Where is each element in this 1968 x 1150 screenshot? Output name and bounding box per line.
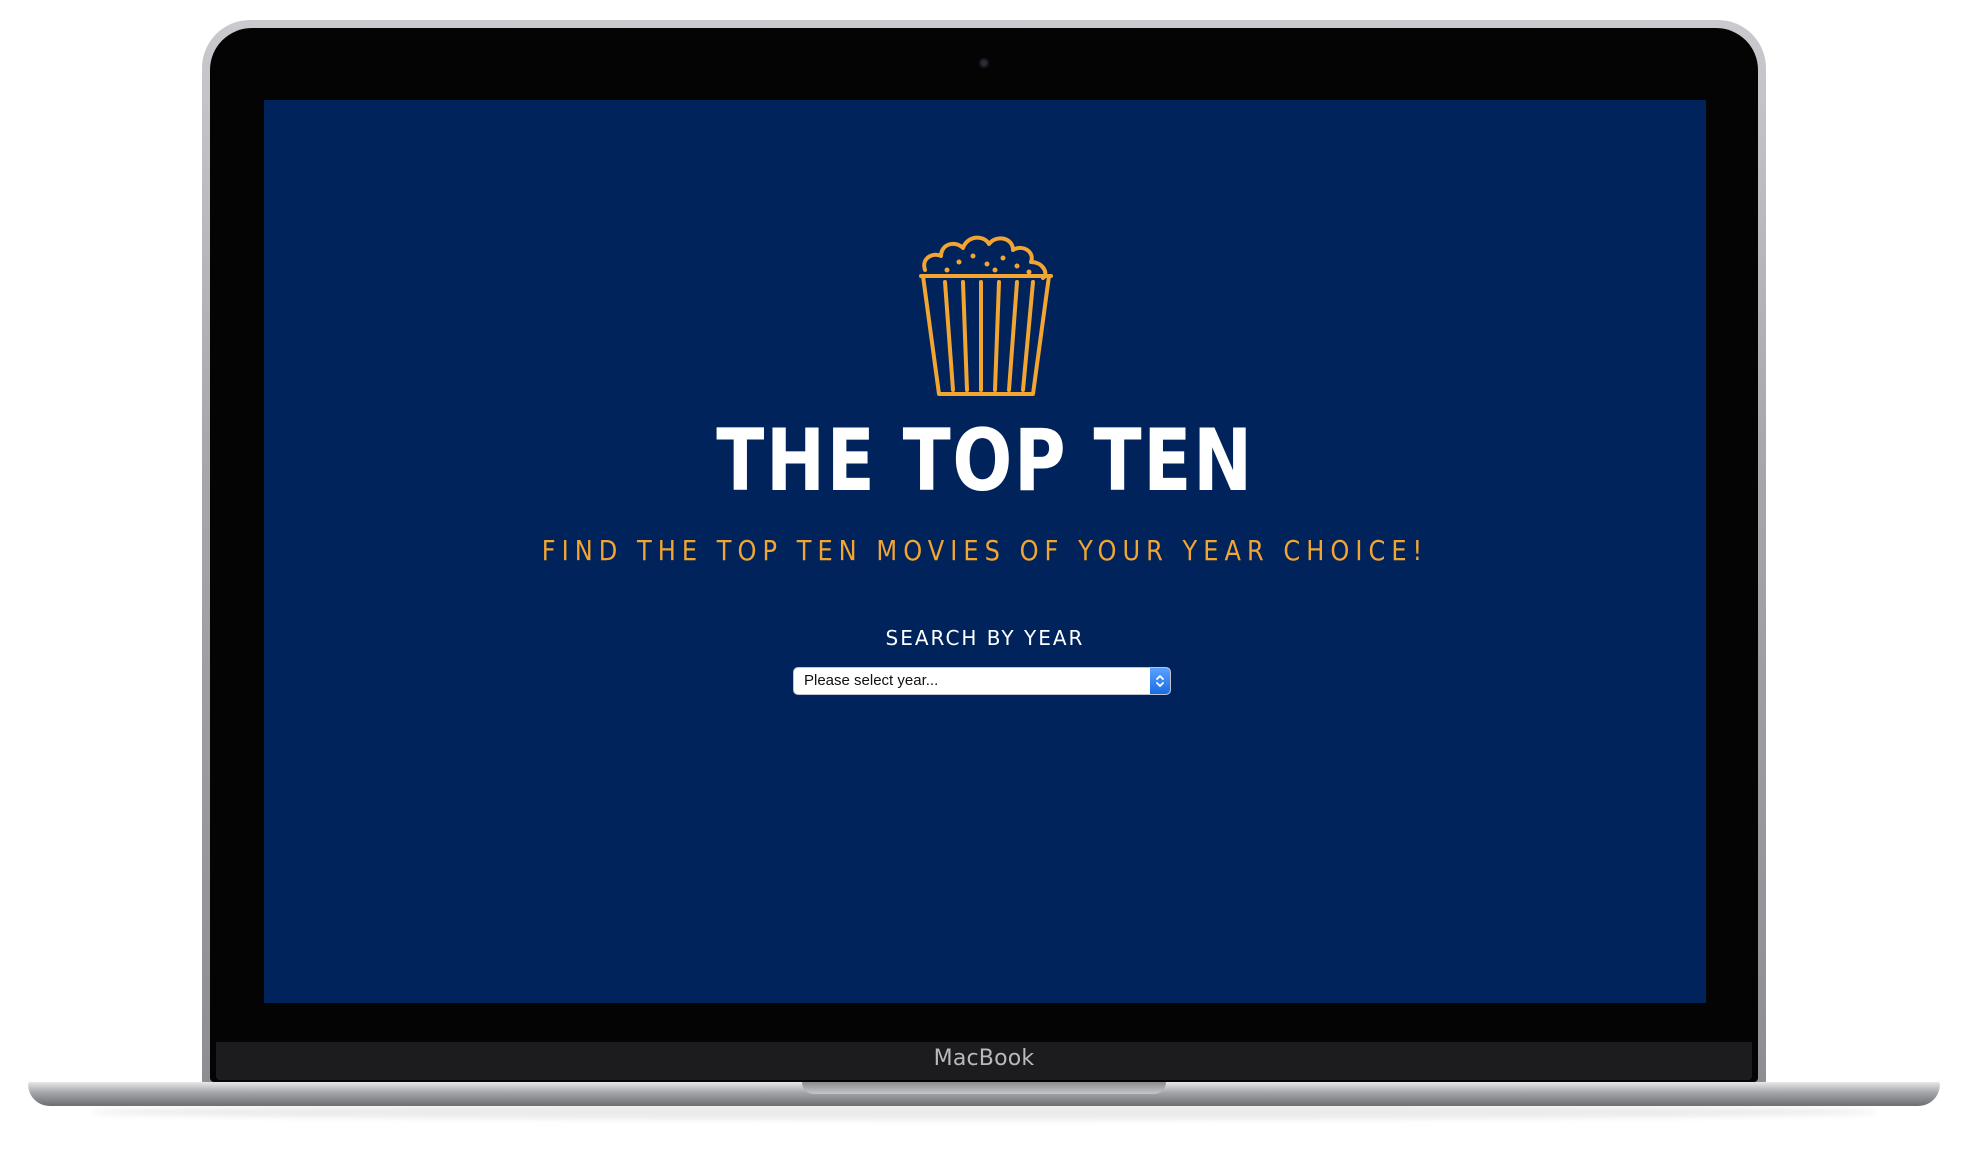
laptop-mockup: THE TOP TEN FIND THE TOP TEN MOVIES OF Y… <box>0 0 1968 1150</box>
app-screen: THE TOP TEN FIND THE TOP TEN MOVIES OF Y… <box>264 100 1706 1003</box>
laptop-shadow <box>90 1104 1878 1120</box>
page-subtitle: FIND THE TOP TEN MOVIES OF YOUR YEAR CHO… <box>541 534 1429 567</box>
year-select-value: Please select year... <box>804 672 939 689</box>
page-title: THE TOP TEN <box>716 411 1254 511</box>
search-by-year-label: SEARCH BY YEAR <box>885 626 1085 650</box>
chevron-up-down-icon[interactable] <box>1150 668 1170 694</box>
laptop-base-notch <box>802 1082 1166 1094</box>
camera-icon <box>979 58 989 68</box>
year-select[interactable]: Please select year... <box>794 668 1170 694</box>
popcorn-icon <box>919 235 1053 396</box>
laptop-brand-label: MacBook <box>933 1046 1035 1071</box>
